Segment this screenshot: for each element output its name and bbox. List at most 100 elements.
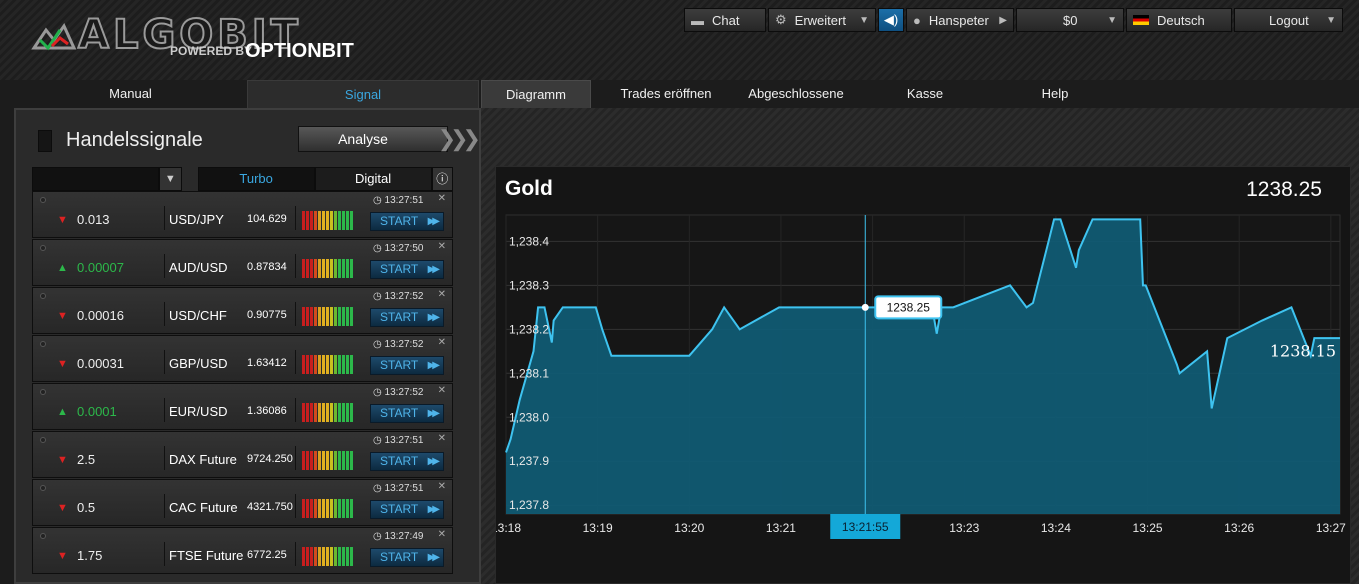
y-tick-label: 1,238.2	[509, 322, 549, 336]
status-dot	[40, 437, 46, 443]
filter-row: ▼ Turbo Digital ⓘ	[32, 167, 453, 191]
language-dropdown[interactable]: Deutsch	[1126, 8, 1232, 32]
tab-closed[interactable]: Abgeschlossene	[736, 80, 856, 108]
start-label: START	[380, 454, 419, 468]
divider	[295, 350, 296, 374]
y-tick-label: 1,238.4	[509, 234, 549, 248]
signal-row: ▼ 0.5 CAC Future 4321.750 ◷ 13:27:51 ✕ S…	[32, 479, 453, 526]
crosshair-point	[861, 303, 869, 311]
strength-meter	[302, 259, 356, 278]
status-dot	[40, 533, 46, 539]
start-button[interactable]: START ▶▶	[370, 500, 444, 519]
close-icon[interactable]: ✕	[438, 193, 446, 204]
close-icon[interactable]: ✕	[438, 385, 446, 396]
analyse-label: Analyse	[338, 131, 388, 147]
signal-time-value: 13:27:50	[384, 243, 424, 254]
signal-time: ◷ 13:27:51	[373, 483, 423, 494]
chat-button[interactable]: ▬ Chat	[684, 8, 766, 32]
start-button[interactable]: START ▶▶	[370, 260, 444, 279]
start-button[interactable]: START ▶▶	[370, 356, 444, 375]
signal-time-value: 13:27:51	[384, 195, 424, 206]
signal-row: ▼ 0.00016 USD/CHF 0.90775 ◷ 13:27:52 ✕ S…	[32, 287, 453, 334]
arrow-down-icon: ▼	[57, 550, 68, 562]
price-chart[interactable]: 1,237.8 1,237.9 1,238.0 1,238.1 1,238.2 1,238…	[496, 167, 1352, 584]
start-button[interactable]: START ▶▶	[370, 548, 444, 567]
fast-forward-icon: ▶▶	[427, 216, 441, 227]
start-label: START	[380, 550, 419, 564]
brand-logo[interactable]: ALGOBIT POWERED BY OPTIONBIT	[30, 11, 360, 72]
tab-cashier[interactable]: Kasse	[880, 80, 970, 108]
signal-time-value: 13:27:52	[384, 339, 424, 350]
y-tick-label: 1,238.1	[509, 366, 549, 380]
advanced-dropdown[interactable]: ⚙ Erweitert ▼	[768, 8, 876, 32]
arrow-up-icon: ▲	[57, 406, 68, 418]
main-nav: Manual Signal Diagramm Trades eröffnen A…	[0, 80, 1359, 108]
tab-manual[interactable]: Manual	[14, 80, 247, 108]
divider	[164, 398, 165, 422]
status-dot	[40, 341, 46, 347]
balance-value: $0	[1063, 12, 1078, 28]
germany-flag-icon	[1133, 15, 1149, 25]
divider	[295, 494, 296, 518]
tab-trades-open[interactable]: Trades eröffnen	[606, 80, 726, 108]
signal-time-value: 13:27:49	[384, 531, 424, 542]
analyse-button[interactable]: Analyse ❯❯❯	[298, 126, 481, 152]
signal-asset: DAX Future	[169, 452, 237, 467]
chevron-down-icon: ▼	[1107, 15, 1117, 26]
chat-label: Chat	[712, 12, 740, 28]
top-bar: ALGOBIT POWERED BY OPTIONBIT ▬ Chat ⚙ Er…	[0, 0, 1359, 80]
signal-price: 4321.750	[247, 501, 293, 513]
clock-icon: ◷	[373, 195, 382, 206]
signal-change: 0.00016	[77, 308, 124, 323]
logout-label: Logout	[1269, 12, 1309, 28]
chat-icon: ▬	[691, 12, 704, 28]
tab-diagramm[interactable]: Diagramm	[481, 80, 591, 108]
close-icon[interactable]: ✕	[438, 241, 446, 252]
signal-time: ◷ 13:27:51	[373, 195, 423, 206]
fast-forward-icon: ▶▶	[427, 312, 441, 323]
logout-dropdown[interactable]: Logout ▼	[1234, 8, 1343, 32]
start-button[interactable]: START ▶▶	[370, 452, 444, 471]
signal-price: 0.90775	[247, 309, 287, 321]
start-button[interactable]: START ▶▶	[370, 212, 444, 231]
arrow-down-icon: ▼	[57, 310, 68, 322]
signal-change: 0.0001	[77, 404, 117, 419]
filter-spacer	[182, 167, 198, 191]
start-button[interactable]: START ▶▶	[370, 308, 444, 327]
divider	[164, 446, 165, 470]
close-icon[interactable]: ✕	[438, 529, 446, 540]
start-button[interactable]: START ▶▶	[370, 404, 444, 423]
tab-signal[interactable]: Signal	[247, 80, 479, 108]
signal-row: ▼ 0.013 USD/JPY 104.629 ◷ 13:27:51 ✕ STA…	[32, 191, 453, 238]
clock-icon: ◷	[373, 531, 382, 542]
close-icon[interactable]: ✕	[438, 433, 446, 444]
signal-asset: USD/JPY	[169, 212, 224, 227]
info-icon[interactable]: ⓘ	[431, 167, 453, 191]
sound-toggle[interactable]: ◀)	[878, 8, 904, 32]
user-menu[interactable]: ● Hanspeter ▶	[906, 8, 1014, 32]
asset-filter-select[interactable]	[32, 167, 159, 191]
chevron-down-icon[interactable]: ▼	[158, 167, 183, 191]
filter-turbo-tab[interactable]: Turbo	[197, 167, 315, 191]
start-label: START	[380, 358, 419, 372]
signal-row: ▼ 0.00031 GBP/USD 1.63412 ◷ 13:27:52 ✕ S…	[32, 335, 453, 382]
fast-forward-icon: ▶▶	[427, 456, 441, 467]
user-name: Hanspeter	[928, 12, 989, 28]
clock-icon: ◷	[373, 483, 382, 494]
x-tick-label: 13:19	[583, 521, 613, 535]
signal-time-value: 13:27:52	[384, 387, 424, 398]
balance-dropdown[interactable]: $0 ▼	[1016, 8, 1124, 32]
x-tick-label: 13:26	[1224, 521, 1254, 535]
signal-time-value: 13:27:52	[384, 291, 424, 302]
x-tick-label: 13:20	[674, 521, 704, 535]
close-icon[interactable]: ✕	[438, 337, 446, 348]
filter-digital-tab[interactable]: Digital	[314, 167, 432, 191]
signal-change: 2.5	[77, 452, 96, 467]
tab-help[interactable]: Help	[1010, 80, 1100, 108]
x-tick-label: 13:27	[1316, 521, 1346, 535]
signal-time-value: 13:27:51	[384, 483, 424, 494]
close-icon[interactable]: ✕	[438, 289, 446, 300]
last-price-label: 1238.15	[1270, 341, 1336, 360]
signal-change: 0.5	[77, 500, 96, 515]
close-icon[interactable]: ✕	[438, 481, 446, 492]
